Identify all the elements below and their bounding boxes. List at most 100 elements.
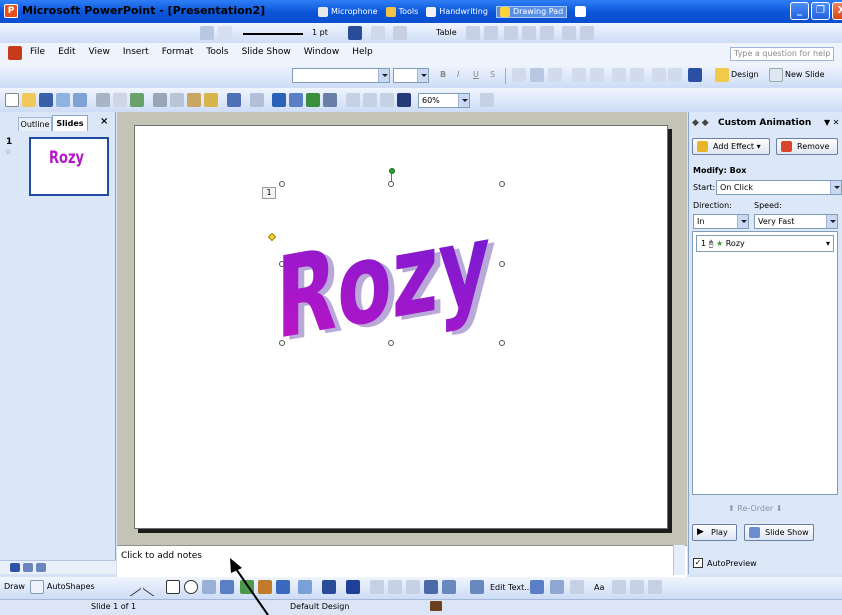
new-slide-button[interactable]: New Slide	[785, 70, 825, 79]
pen-color-icon[interactable]	[348, 26, 362, 40]
help-search-input[interactable]: Type a question for help	[730, 47, 834, 61]
menu-help[interactable]: Help	[352, 47, 373, 57]
slide-sorter-view-icon[interactable]	[23, 563, 33, 572]
save-icon[interactable]	[39, 93, 53, 107]
email-icon[interactable]	[73, 93, 87, 107]
dash-style-icon[interactable]	[388, 580, 402, 594]
autoshapes-menu[interactable]: AutoShapes	[47, 582, 95, 591]
font-color-icon[interactable]	[346, 580, 360, 594]
item-dropdown-arrow[interactable]: ▾	[826, 236, 830, 251]
fill-color-icon[interactable]	[298, 580, 312, 594]
slide-thumbnail[interactable]: Rozy	[29, 137, 109, 196]
close-button[interactable]: X	[832, 2, 842, 20]
resize-handle-top-right[interactable]	[499, 181, 505, 187]
shadow-style-icon[interactable]	[424, 580, 438, 594]
drawing-pad-button[interactable]: Drawing Pad	[495, 5, 568, 18]
undo-icon[interactable]	[227, 93, 241, 107]
fill-color-icon[interactable]	[393, 26, 407, 40]
design-icon[interactable]	[715, 68, 729, 82]
align-middle-icon[interactable]	[522, 26, 536, 40]
slide-show-view-icon[interactable]	[36, 563, 46, 572]
vertical-text-icon[interactable]	[612, 580, 626, 594]
speed-dropdown[interactable]: Very Fast	[754, 214, 838, 229]
insert-hyperlink-icon[interactable]	[323, 93, 337, 107]
pen-icon[interactable]	[200, 26, 214, 40]
bold-button[interactable]: B	[440, 70, 446, 79]
draw-menu[interactable]: Draw	[4, 582, 25, 591]
increase-font-icon[interactable]	[612, 68, 626, 82]
resize-handle-top[interactable]	[388, 181, 394, 187]
decrease-font-icon[interactable]	[630, 68, 644, 82]
resize-handle-bottom-right[interactable]	[499, 340, 505, 346]
align-right-icon[interactable]	[548, 68, 562, 82]
move-up-icon[interactable]: ⬆	[728, 504, 735, 513]
handwriting-button[interactable]: Handwriting	[426, 6, 488, 17]
print-icon[interactable]	[96, 93, 110, 107]
open-icon[interactable]	[22, 93, 36, 107]
line-style-icon[interactable]	[370, 580, 384, 594]
oval-icon[interactable]	[184, 580, 198, 594]
autopreview-check[interactable]: ✓	[693, 558, 703, 568]
shadow-button[interactable]: S	[490, 70, 495, 79]
bullets-icon[interactable]	[590, 68, 604, 82]
wordart-same-letter-heights[interactable]: Aa	[594, 583, 604, 592]
3d-style-icon[interactable]	[442, 580, 456, 594]
table-menu[interactable]: Table	[436, 28, 457, 37]
italic-button[interactable]: I	[457, 70, 459, 79]
new-document-icon[interactable]	[5, 93, 19, 107]
animation-list[interactable]	[692, 231, 838, 495]
underline-button[interactable]: U	[473, 70, 479, 79]
show-formatting-icon[interactable]	[363, 93, 377, 107]
align-center-icon[interactable]	[530, 68, 544, 82]
align-top-icon[interactable]	[504, 26, 518, 40]
insert-table-icon[interactable]	[289, 93, 303, 107]
format-painter-icon[interactable]	[204, 93, 218, 107]
menu-edit[interactable]: Edit	[58, 47, 75, 57]
spelling-icon[interactable]	[130, 93, 144, 107]
autopreview-checkbox[interactable]: ✓ AutoPreview	[693, 558, 757, 568]
distribute-columns-icon[interactable]	[580, 26, 594, 40]
resize-handle-top-left[interactable]	[279, 181, 285, 187]
decrease-indent-icon[interactable]	[652, 68, 666, 82]
animation-list-item[interactable]: 1 🖰 ★ Rozy ▾	[696, 235, 834, 252]
powerpoint-app-icon[interactable]: P	[4, 4, 18, 18]
paste-icon[interactable]	[187, 93, 201, 107]
document-icon[interactable]	[8, 46, 22, 60]
notes-placeholder[interactable]: Click to add notes	[121, 551, 202, 561]
border-icon[interactable]	[371, 26, 385, 40]
menu-file[interactable]: File	[30, 47, 45, 57]
select-objects-icon[interactable]	[30, 580, 44, 594]
play-button[interactable]: ▶ Play	[692, 524, 737, 541]
animation-order-tag[interactable]: 1	[262, 187, 276, 199]
cut-icon[interactable]	[153, 93, 167, 107]
align-left-icon[interactable]	[512, 68, 526, 82]
restore-button[interactable]: ❐	[811, 2, 830, 20]
wordart-rozy[interactable]: Rozy Rozy	[276, 196, 508, 368]
edit-text-button[interactable]: Edit Text...	[490, 583, 532, 592]
redo-icon[interactable]	[250, 93, 264, 107]
text-box-icon[interactable]	[202, 580, 216, 594]
task-pane-menu-icon[interactable]: ▼ ✕	[824, 118, 839, 127]
microphone-button[interactable]: Microphone	[318, 6, 378, 17]
task-pane-back-forward[interactable]: ◆ ◆	[692, 118, 709, 128]
add-effect-button[interactable]: Add Effect ▾	[692, 138, 770, 155]
wordart-shape-icon[interactable]	[470, 580, 484, 594]
arrow-style-icon[interactable]	[406, 580, 420, 594]
direction-dropdown[interactable]: In	[693, 214, 749, 229]
format-wordart-icon[interactable]	[550, 580, 564, 594]
align-bottom-icon[interactable]	[540, 26, 554, 40]
menu-tools[interactable]: Tools	[206, 47, 228, 57]
zoom-dropdown[interactable]: 60%	[418, 93, 470, 108]
copy-icon[interactable]	[170, 93, 184, 107]
increase-indent-icon[interactable]	[668, 68, 682, 82]
line-style-preview[interactable]	[243, 33, 303, 35]
insert-table-icon[interactable]	[466, 26, 480, 40]
font-name-dropdown[interactable]	[292, 68, 390, 83]
rotation-handle[interactable]	[389, 168, 395, 174]
language-bar-help-button[interactable]	[575, 6, 589, 17]
menu-insert[interactable]: Insert	[123, 47, 149, 57]
line-weight-value[interactable]: 1 pt	[312, 28, 328, 37]
wordart-gallery-icon[interactable]	[530, 580, 544, 594]
insert-chart-icon[interactable]	[272, 93, 286, 107]
alignment-icon[interactable]	[630, 580, 644, 594]
